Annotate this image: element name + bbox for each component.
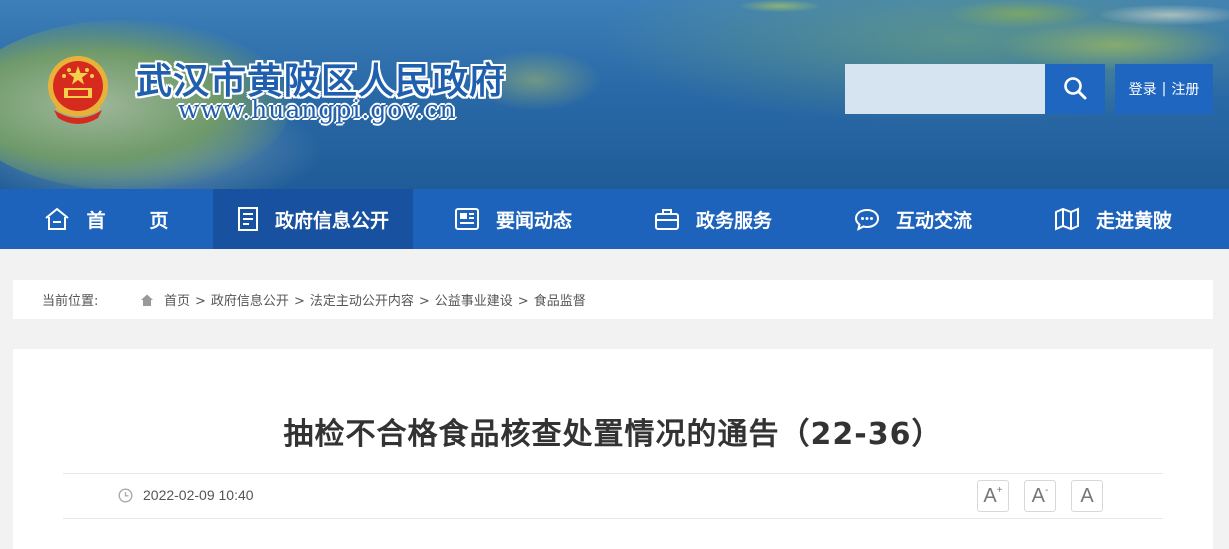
breadcrumb-separator: > — [418, 294, 430, 309]
publish-time: 2022-02-09 10:40 — [118, 487, 254, 503]
nav-item-about[interactable]: 走进黄陂 — [1013, 189, 1213, 249]
nav-item-news[interactable]: 要闻动态 — [413, 189, 613, 249]
publish-datetime: 2022-02-09 10:40 — [143, 487, 254, 503]
breadcrumb-link-statutory[interactable]: 法定主动公开内容 — [310, 294, 414, 309]
site-title: 武汉市黄陂区人民政府 — [136, 60, 507, 102]
document-list-icon — [237, 206, 259, 232]
main-nav: 首页 政府信息公开 要闻动态 政务服务 互动交流 走进黄陂 — [0, 189, 1229, 249]
register-link[interactable]: 注册 — [1171, 79, 1199, 99]
font-size-decrease-button[interactable]: A- — [1024, 480, 1056, 512]
breadcrumb: 当前位置: 首页 > 政府信息公开 > 法定主动公开内容 > 公益事业建设 > 食品监督 — [13, 280, 1213, 319]
search-button[interactable] — [1045, 64, 1105, 114]
home-icon — [44, 207, 70, 231]
nav-item-label: 政府信息公开 — [274, 209, 389, 232]
nav-item-home[interactable]: 首页 — [0, 189, 213, 249]
header-banner: 武汉市黄陂区人民政府 www.huangpi.gov.cn 登录 | 注册 — [0, 0, 1229, 189]
auth-separator: | — [1161, 81, 1167, 97]
divider — [63, 518, 1163, 519]
nav-item-label: 政务服务 — [695, 209, 772, 232]
nav-item-gov-info[interactable]: 政府信息公开 — [213, 189, 413, 249]
search-input[interactable] — [845, 64, 1045, 114]
breadcrumb-link-food-supervision[interactable]: 食品监督 — [534, 294, 586, 309]
nav-item-label: 首页 — [86, 209, 213, 232]
login-link[interactable]: 登录 — [1129, 79, 1157, 99]
nav-item-label: 互动交流 — [895, 209, 972, 232]
clock-icon — [118, 487, 133, 503]
breadcrumb-link-public-welfare[interactable]: 公益事业建设 — [435, 294, 513, 309]
nav-item-interaction[interactable]: 互动交流 — [813, 189, 1013, 249]
map-icon — [1054, 207, 1080, 231]
briefcase-icon — [654, 207, 680, 231]
breadcrumb-label: 当前位置: — [42, 294, 99, 309]
divider — [63, 473, 1163, 474]
national-emblem-logo — [42, 52, 114, 128]
chat-bubble-icon — [854, 207, 880, 231]
newspaper-icon — [454, 207, 480, 231]
page-title: 抽检不合格食品核查处置情况的通告（22-36） — [283, 417, 943, 452]
breadcrumb-separator: > — [293, 294, 305, 309]
site-url: www.huangpi.gov.cn — [178, 95, 457, 124]
nav-item-label: 要闻动态 — [495, 209, 572, 232]
article-panel: 抽检不合格食品核查处置情况的通告（22-36） 2022-02-09 10:40… — [13, 349, 1213, 549]
home-icon — [140, 293, 154, 307]
breadcrumb-link-home[interactable]: 首页 — [164, 294, 190, 309]
search-icon — [1063, 76, 1087, 103]
nav-item-services[interactable]: 政务服务 — [613, 189, 813, 249]
breadcrumb-link-gov-info[interactable]: 政府信息公开 — [211, 294, 289, 309]
font-size-increase-button[interactable]: A + — [977, 480, 1009, 512]
font-size-reset-button[interactable]: A — [1071, 480, 1103, 512]
nav-item-label: 走进黄陂 — [1095, 209, 1172, 232]
breadcrumb-separator: > — [517, 294, 529, 309]
breadcrumb-separator: > — [195, 294, 206, 309]
auth-links: 登录 | 注册 — [1115, 64, 1213, 114]
